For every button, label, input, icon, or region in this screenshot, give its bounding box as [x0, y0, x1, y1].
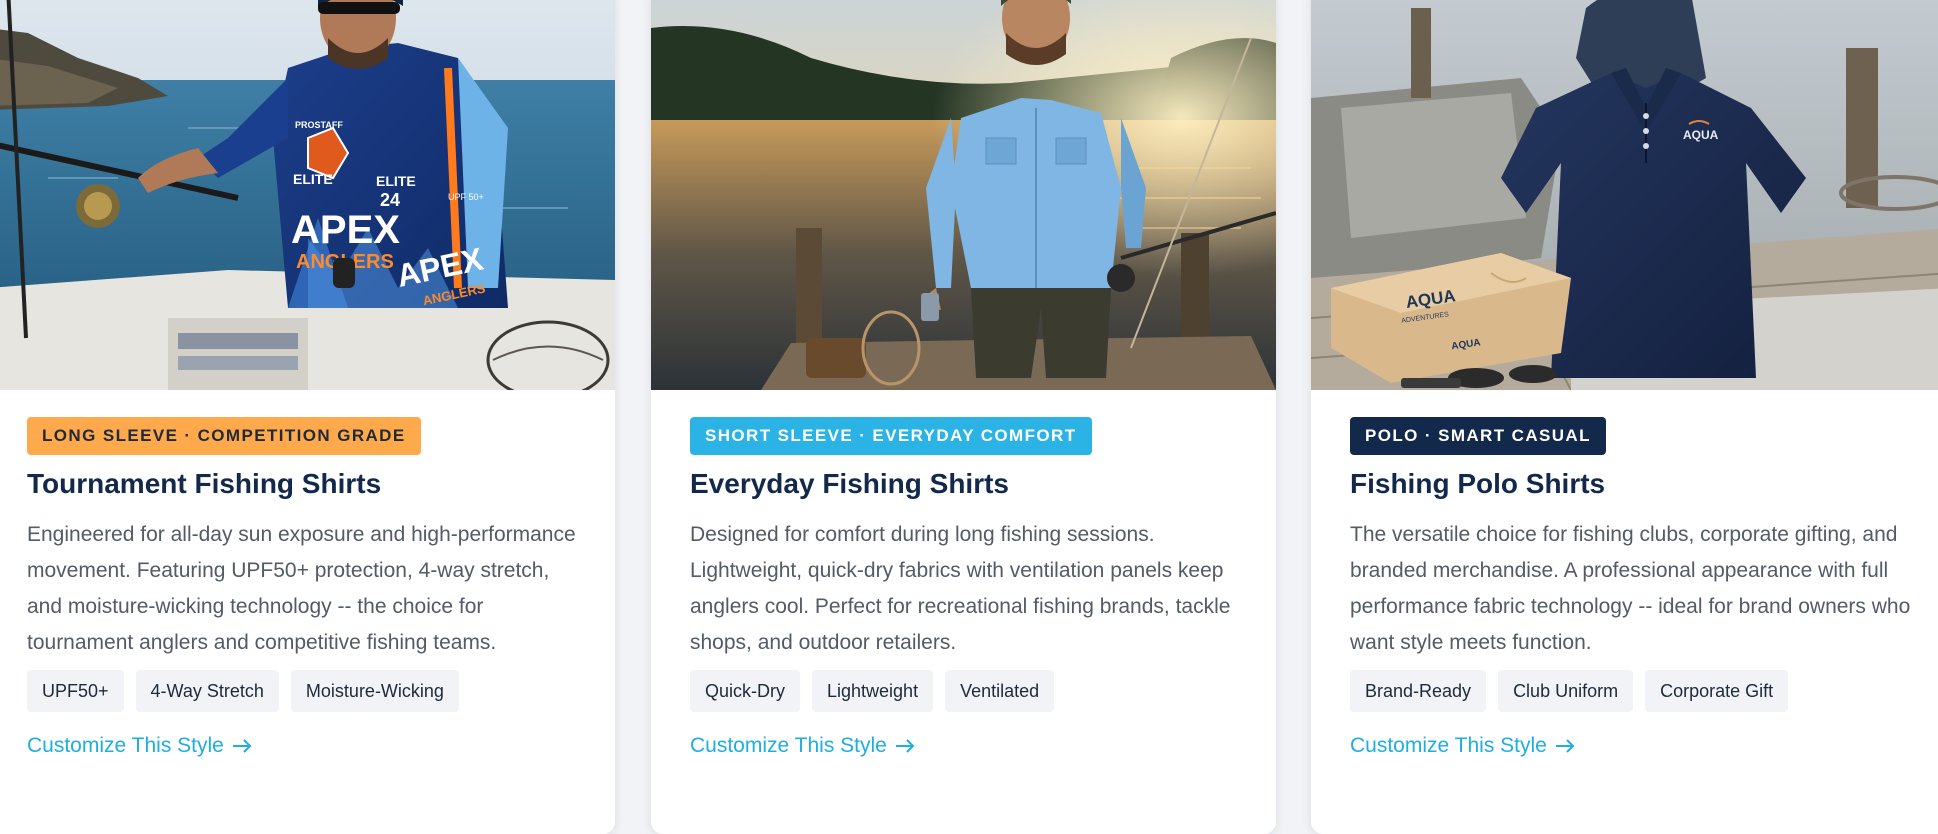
product-image-everyday — [651, 0, 1276, 390]
feature-tag: Lightweight — [812, 670, 934, 712]
product-card-polo[interactable]: AQUA AQUA ADVENTURES AQUA POLO · SMART C… — [1311, 0, 1938, 834]
product-image-tournament: PROSTAFF ELITE ELITE 24 APEX ANGLERS UPF… — [0, 0, 615, 390]
product-description: Engineered for all-day sun exposure and … — [27, 523, 576, 654]
customize-style-label: Customize This Style — [1350, 734, 1547, 757]
category-badge: LONG SLEEVE · COMPETITION GRADE — [27, 417, 421, 455]
product-description: Designed for comfort during long fishing… — [690, 523, 1231, 654]
polo-logo: AQUA — [1683, 128, 1719, 142]
feature-tag: Ventilated — [945, 670, 1055, 712]
product-card-grid: PROSTAFF ELITE ELITE 24 APEX ANGLERS UPF… — [0, 0, 1938, 834]
customize-style-label: Customize This Style — [690, 734, 887, 757]
customize-style-link[interactable]: Customize This Style — [27, 734, 252, 758]
feature-tag: UPF50+ — [27, 670, 124, 712]
jersey-number: 24 — [380, 190, 400, 210]
product-title: Fishing Polo Shirts — [1350, 468, 1606, 499]
feature-tag: 4-Way Stretch — [135, 670, 279, 712]
customize-style-link[interactable]: Customize This Style — [1350, 734, 1575, 758]
customize-style-link[interactable]: Customize This Style — [690, 734, 915, 758]
product-image-polo: AQUA AQUA ADVENTURES AQUA — [1311, 0, 1938, 390]
feature-tag: Moisture-Wicking — [290, 670, 459, 712]
jersey-chest-logo: PROSTAFF — [295, 120, 343, 130]
product-card-tournament[interactable]: PROSTAFF ELITE ELITE 24 APEX ANGLERS UPF… — [0, 0, 615, 834]
feature-tags: Brand-Ready Club Uniform Corporate Gift — [1350, 670, 1789, 712]
customize-style-label: Customize This Style — [27, 734, 224, 757]
arrow-right-icon — [1555, 739, 1575, 753]
category-badge: POLO · SMART CASUAL — [1350, 417, 1606, 455]
arrow-right-icon — [232, 739, 252, 753]
feature-tag: Brand-Ready — [1350, 670, 1487, 712]
feature-tags: Quick-Dry Lightweight Ventilated — [690, 670, 1055, 712]
product-description: The versatile choice for fishing clubs, … — [1350, 523, 1911, 654]
feature-tags: UPF50+ 4-Way Stretch Moisture-Wicking — [27, 670, 459, 712]
product-title: Tournament Fishing Shirts — [27, 468, 382, 499]
feature-tag: Quick-Dry — [690, 670, 800, 712]
jersey-elite-text-2: ELITE — [376, 173, 416, 189]
jersey-brand: APEX — [291, 208, 400, 252]
feature-tag: Corporate Gift — [1645, 670, 1789, 712]
product-card-everyday[interactable]: SHORT SLEEVE · EVERYDAY COMFORT Everyday… — [651, 0, 1276, 834]
jersey-upf-label: UPF 50+ — [448, 192, 484, 202]
arrow-right-icon — [895, 739, 915, 753]
category-badge: SHORT SLEEVE · EVERYDAY COMFORT — [690, 417, 1092, 455]
product-title: Everyday Fishing Shirts — [690, 468, 1009, 499]
jersey-elite-text: ELITE — [293, 171, 333, 187]
feature-tag: Club Uniform — [1498, 670, 1634, 712]
